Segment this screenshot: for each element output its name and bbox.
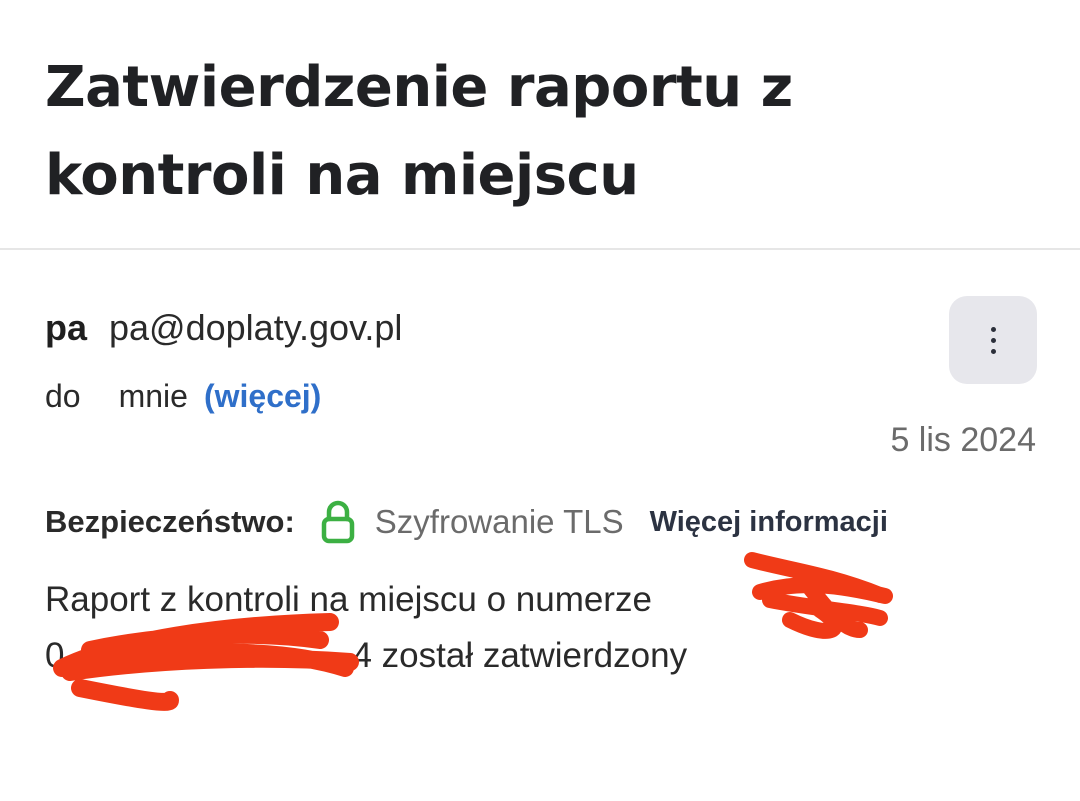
recipient-row: do mnie (więcej) [45,374,321,418]
encryption-status: Szyfrowanie TLS [374,503,624,540]
body-line-2-prefix: 0 [45,636,65,675]
email-date: 5 lis 2024 [890,421,1036,459]
sender-name: pa [45,307,88,348]
lock-icon [321,500,355,544]
header-divider [0,248,1080,250]
security-label: Bezpieczeństwo: [45,504,295,539]
body-line-2-suffix: 4 został zatwierdzony [352,636,688,675]
email-body: Raport z kontroli na miejscu o numerze 0… [45,572,1035,684]
sender-email: pa@doplaty.gov.pl [109,307,403,348]
recipients-more-link[interactable]: (więcej) [204,378,321,414]
sender-row[interactable]: pa pa@doplaty.gov.pl [45,306,402,350]
body-line-1: Raport z kontroli na miejscu o numerze [45,580,652,619]
recipient-name: mnie [118,378,188,414]
more-vertical-icon [990,326,996,354]
message-menu-button[interactable] [949,296,1037,384]
recipient-label: do [45,378,81,414]
more-info-link[interactable]: Więcej informacji [650,506,888,539]
security-row: Bezpieczeństwo: Szyfrowanie TLS Więcej i… [45,500,888,544]
email-subject: Zatwierdzenie raportu z kontroli na miej… [45,55,793,208]
